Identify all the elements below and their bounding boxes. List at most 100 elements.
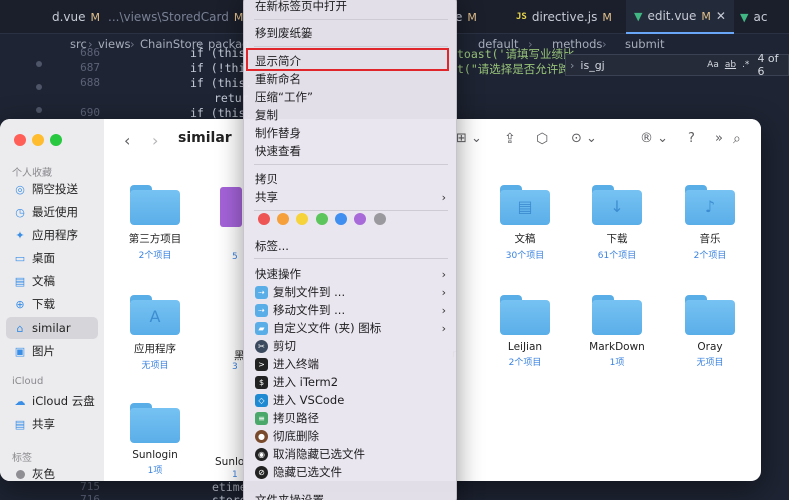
tag-purple-icon[interactable]: [354, 213, 366, 225]
tag-icon[interactable]: ⬡: [536, 131, 548, 147]
breakpoint-dot[interactable]: [36, 107, 42, 113]
breadcrumb-item[interactable]: submit: [625, 37, 665, 51]
tab-ac[interactable]: ▼ ac: [732, 0, 775, 34]
menu-item-folder-settings[interactable]: 文件夹操设置: [244, 491, 456, 500]
help-icon[interactable]: ?: [688, 131, 695, 146]
folder-icon: ▤: [500, 185, 550, 225]
menu-item-make-alias[interactable]: 制作替身: [244, 124, 456, 142]
folder-item[interactable]: Oray 无项目: [668, 295, 752, 368]
menu-item-share[interactable]: 共享 ›: [244, 188, 456, 206]
sidebar-item-tag-gray[interactable]: 灰色: [6, 463, 98, 481]
chevron-right-icon: ›: [441, 190, 446, 204]
forward-icon[interactable]: ›: [152, 131, 158, 150]
menu-item-tags[interactable]: 标签...: [244, 237, 456, 255]
menu-item-quick-actions[interactable]: 快速操作 ›: [244, 265, 456, 283]
menu-item-rename[interactable]: 重新命名: [244, 70, 456, 88]
sidebar-item-icloud-drive[interactable]: ☁ iCloud 云盘: [6, 390, 98, 412]
tag-blue-icon[interactable]: [335, 213, 347, 225]
folder-icon: A: [130, 295, 180, 335]
tag-yellow-icon[interactable]: [296, 213, 308, 225]
sidebar-item-home[interactable]: ⌂ similar: [6, 317, 98, 339]
folder-item[interactable]: Sunlogin 1项: [113, 403, 197, 476]
sidebar-item-shared[interactable]: ▤ 共享: [6, 413, 98, 435]
chevron-right-icon[interactable]: ›: [570, 59, 574, 72]
minimize-window-button[interactable]: [32, 134, 44, 146]
back-icon[interactable]: ‹: [124, 131, 130, 150]
download-icon: ⊕: [15, 297, 25, 311]
sidebar-item-label: 隔空投送: [32, 182, 78, 196]
chevron-double-right-icon[interactable]: »: [715, 131, 723, 146]
vue-file-icon: ▼: [634, 9, 643, 23]
menu-item-duplicate[interactable]: 复制: [244, 106, 456, 124]
item-count: 1项: [609, 358, 625, 368]
menu-item-copy[interactable]: 拷贝: [244, 170, 456, 188]
menu-item-open-terminal[interactable]: > 进入终端: [244, 355, 456, 373]
close-icon[interactable]: ✕: [716, 9, 726, 23]
folder-item[interactable]: LeiJian 2个项目: [483, 295, 567, 368]
sidebar-item-desktop[interactable]: ▭ 桌面: [6, 247, 98, 269]
menu-separator: [254, 46, 448, 47]
folder-item[interactable]: 第三方项目 2个项目: [113, 185, 197, 261]
menu-item-copy-path[interactable]: ≡ 拷贝路径: [244, 409, 456, 427]
folder-item[interactable]: ▤ 文稿 30个项目: [483, 185, 567, 261]
menu-item-cut[interactable]: ✂ 剪切: [244, 337, 456, 355]
regex-button[interactable]: .*: [742, 60, 749, 70]
match-case-button[interactable]: Aa: [707, 60, 719, 70]
menu-item-move-to[interactable]: ⇢ 移动文件到 ... ›: [244, 301, 456, 319]
menu-item-delete-permanently[interactable]: ● 彻底删除: [244, 427, 456, 445]
tag-gray-icon[interactable]: [374, 213, 386, 225]
menu-item-open-new-tab[interactable]: 在新标签页中打开: [244, 0, 456, 15]
menu-separator: [254, 19, 448, 20]
menu-item-custom-icon[interactable]: ▰ 自定义文件 (夹) 图标 ›: [244, 319, 456, 337]
sidebar-item-label: 下载: [32, 297, 55, 311]
item-name: LeiJian: [507, 341, 543, 353]
menu-item-move-to-trash[interactable]: 移到废纸篓: [244, 24, 456, 42]
tab-edit-vue[interactable]: ▼ edit.vue M ✕: [626, 0, 734, 34]
line-number: 688: [80, 76, 100, 89]
tag-red-icon[interactable]: [258, 213, 270, 225]
folder-icon: [685, 295, 735, 335]
eye-icon: ◉: [255, 447, 268, 461]
view-group-icon[interactable]: ⊞ ⌄: [456, 131, 482, 146]
find-input[interactable]: is_gj: [580, 59, 677, 72]
folder-item[interactable]: A 应用程序 无项目: [113, 295, 197, 371]
sidebar-item-airdrop[interactable]: ◎ 隔空投送: [6, 178, 98, 200]
menu-item-quick-look[interactable]: 快速查看: [244, 142, 456, 160]
menu-item-hide-files[interactable]: ⊘ 隐藏已选文件: [244, 463, 456, 481]
sidebar-item-documents[interactable]: ▤ 文稿: [6, 270, 98, 292]
share-icon[interactable]: ⇪: [504, 131, 516, 147]
modified-badge: M: [701, 9, 711, 23]
breadcrumb-item[interactable]: views: [98, 37, 130, 51]
breakpoint-dot[interactable]: [36, 84, 42, 90]
line-number: 690: [80, 106, 100, 119]
sidebar-item-applications[interactable]: ✦ 应用程序: [6, 224, 98, 246]
tab-storedcard[interactable]: ...\views\StoredCard M: [100, 0, 251, 34]
menu-item-unhide-files[interactable]: ◉ 取消隐藏已选文件: [244, 445, 456, 463]
whole-word-button[interactable]: ab: [725, 60, 736, 70]
item-name: 应用程序: [134, 343, 176, 355]
close-window-button[interactable]: [14, 134, 26, 146]
folder-item[interactable]: MarkDown 1项: [575, 295, 659, 368]
menu-item-copy-to[interactable]: ⇢ 复制文件到 ... ›: [244, 283, 456, 301]
zoom-window-button[interactable]: [50, 134, 62, 146]
more-actions-icon[interactable]: ⊙ ⌄: [571, 131, 597, 146]
folder-item[interactable]: ♪ 音乐 2个项目: [668, 185, 752, 261]
sidebar-item-downloads[interactable]: ⊕ 下载: [6, 293, 98, 315]
sidebar-item-pictures[interactable]: ▣ 图片: [6, 340, 98, 362]
menu-item-compress[interactable]: 压缩“工作”: [244, 88, 456, 106]
sidebar-item-recents[interactable]: ◷ 最近使用: [6, 201, 98, 223]
tag-green-icon[interactable]: [316, 213, 328, 225]
item-count: 1项: [147, 466, 163, 476]
tab-d-vue[interactable]: d.vue M: [44, 0, 108, 34]
folder-item[interactable]: ↓ 下载 61个项目: [575, 185, 659, 261]
menu-item-open-vscode[interactable]: ◇ 进入 VSCode: [244, 391, 456, 409]
icloud-header: iCloud: [12, 376, 44, 387]
app-icon[interactable]: [220, 187, 242, 227]
tag-orange-icon[interactable]: [277, 213, 289, 225]
breakpoint-dot[interactable]: [36, 61, 42, 67]
quick-actions-icon[interactable]: ® ⌄: [640, 131, 668, 146]
finder-sidebar: 个人收藏 ◎ 隔空投送 ◷ 最近使用 ✦ 应用程序 ▭ 桌面 ▤ 文稿 ⊕ 下载…: [0, 119, 104, 481]
menu-item-open-iterm2[interactable]: $ 进入 iTerm2: [244, 373, 456, 391]
search-icon[interactable]: ⌕: [733, 131, 741, 147]
tab-directive-js[interactable]: JS directive.js M: [508, 0, 620, 34]
